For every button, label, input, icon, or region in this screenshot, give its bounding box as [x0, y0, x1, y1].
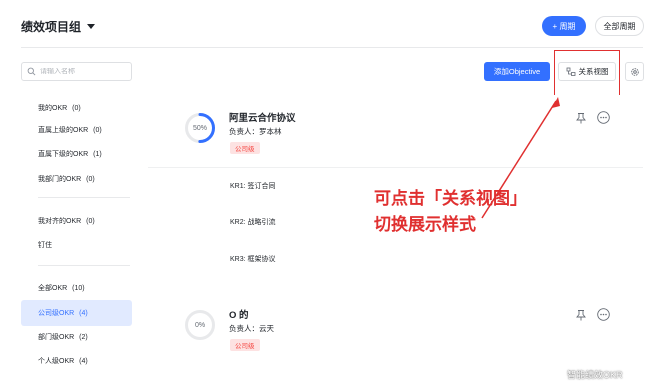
search-icon — [27, 67, 36, 76]
annotation-line: 可点击「关系视图」 — [374, 189, 527, 209]
sidebar-item-label: 部门级OKR — [38, 334, 75, 341]
level-badge: 公司级 — [230, 339, 260, 351]
annotation-highlight-box — [554, 50, 620, 98]
top-bar: 绩效项目组 + 周期 全部周期 — [0, 0, 661, 48]
owner-name: 罗本林 — [259, 127, 282, 136]
search-input[interactable] — [40, 68, 130, 75]
sidebar-item-subordinate-okr[interactable]: 直属下级的OKR (1) — [21, 141, 132, 167]
progress-ring: 50% — [184, 112, 216, 144]
objective-owner: 负责人：罗本林 — [229, 126, 282, 137]
sidebar-item-label: 个人级OKR — [38, 358, 75, 365]
owner-label: 负责人： — [229, 127, 259, 136]
progress-percent: 0% — [194, 321, 206, 329]
gear-icon — [630, 67, 639, 76]
sidebar-item-label: 我对齐的OKR — [38, 218, 82, 225]
sidebar-item-label: 全部OKR — [38, 285, 68, 292]
sidebar-divider — [38, 265, 130, 266]
add-objective-button[interactable]: 添加Objective — [484, 62, 550, 81]
annotation-text: 可点击「关系视图」 切换展示样式 — [374, 186, 527, 238]
search-box[interactable] — [21, 62, 132, 81]
settings-button[interactable] — [625, 62, 644, 81]
owner-label: 负责人： — [229, 324, 259, 333]
objective-title[interactable]: 阿里云合作协议 — [229, 110, 296, 124]
sidebar-item-count: (10) — [72, 284, 85, 292]
all-cycles-button[interactable]: 全部周期 — [595, 16, 644, 36]
sidebar-item-label: 直属下级的OKR — [38, 151, 89, 158]
sidebar-item-label: 我部门的OKR — [38, 176, 82, 183]
key-result[interactable]: KR1: 签订合同 — [230, 181, 276, 191]
sidebar-item-count: (2) — [79, 333, 88, 341]
progress-percent: 50% — [192, 124, 207, 132]
sidebar-item-department-okr[interactable]: 我部门的OKR (0) — [21, 166, 132, 192]
sidebar-item-count: (0) — [86, 175, 95, 183]
objective-card[interactable]: 0% O 的 负责人：云天 公司级 — [148, 292, 643, 372]
sidebar-item-aligned-okr[interactable]: 我对齐的OKR (0) — [21, 208, 132, 234]
sidebar-item-label: 钉住 — [38, 242, 52, 249]
sidebar-item-count: (0) — [86, 217, 95, 225]
sidebar-item-count: (0) — [72, 104, 81, 112]
sidebar-divider — [38, 197, 130, 198]
sidebar-item-all-okr[interactable]: 全部OKR (10) — [21, 275, 132, 301]
add-cycle-button[interactable]: + 周期 — [542, 16, 586, 36]
sidebar-item-dept-level-okr[interactable]: 部门级OKR (2) — [21, 324, 132, 350]
header-divider — [21, 47, 643, 48]
sidebar-item-count: (4) — [79, 309, 88, 317]
sidebar-item-label: 直属上级的OKR — [38, 127, 89, 134]
card-divider — [148, 167, 643, 168]
pin-icon[interactable] — [574, 308, 588, 322]
more-icon[interactable] — [596, 110, 610, 124]
sidebar-item-count: (4) — [79, 357, 88, 365]
key-result[interactable]: KR3: 框架协议 — [230, 254, 276, 264]
progress-ring: 0% — [184, 309, 216, 341]
sidebar-item-count: (1) — [93, 150, 102, 158]
sidebar-item-superior-okr[interactable]: 直属上级的OKR (0) — [21, 117, 132, 143]
key-result[interactable]: KR2: 战略引流 — [230, 217, 276, 227]
sidebar-item-company-okr[interactable]: 公司级OKR (4) — [21, 300, 132, 326]
watermark: 智能绩效OKR — [567, 370, 623, 380]
level-badge: 公司级 — [230, 142, 260, 154]
owner-name: 云天 — [259, 324, 274, 333]
pin-icon[interactable] — [574, 111, 588, 125]
objective-owner: 负责人：云天 — [229, 323, 274, 334]
group-title: 绩效项目组 — [21, 20, 82, 34]
sidebar-item-personal-okr[interactable]: 个人级OKR (4) — [21, 348, 132, 374]
group-selector[interactable]: 绩效项目组 — [21, 18, 96, 35]
sidebar-item-pinned[interactable]: 钉住 — [21, 232, 132, 258]
objective-title[interactable]: O 的 — [229, 307, 249, 321]
more-icon[interactable] — [596, 307, 610, 321]
sidebar-item-label: 公司级OKR — [38, 310, 75, 317]
sidebar-item-label: 我的OKR — [38, 105, 68, 112]
sidebar-item-count: (0) — [93, 126, 102, 134]
annotation-line: 切换展示样式 — [374, 215, 476, 235]
caret-down-icon — [87, 24, 96, 29]
